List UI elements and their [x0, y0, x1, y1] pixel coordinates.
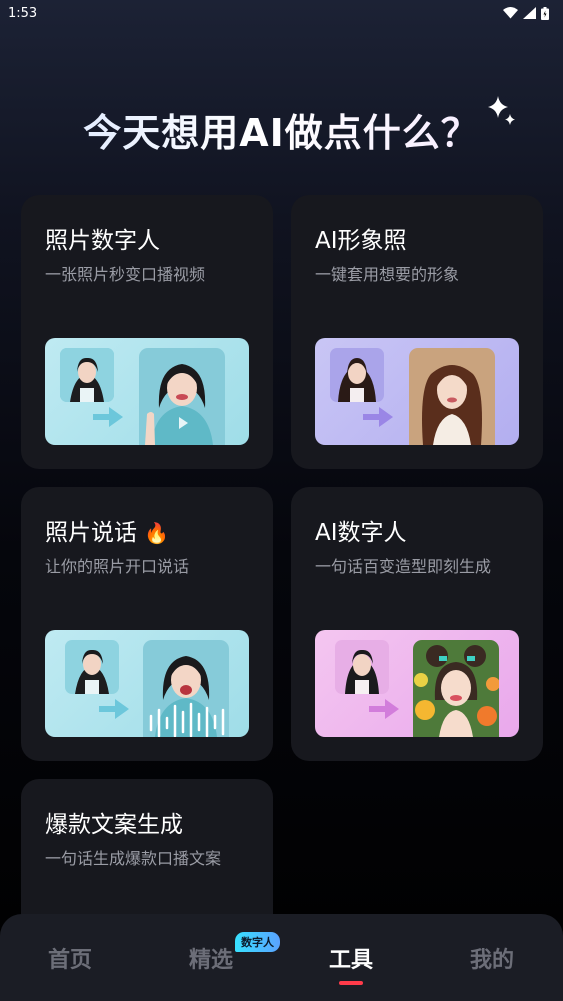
card-title: 照片数字人	[45, 228, 160, 254]
card-subtitle: 让你的照片开口说话	[45, 557, 190, 576]
sparkle-icon	[488, 96, 515, 125]
battery-icon	[541, 6, 549, 20]
card-ai-avatar[interactable]: AI数字人 一句话百变造型即刻生成	[291, 487, 543, 761]
nav-tab-tools[interactable]: 工具	[301, 942, 401, 974]
result-avatar	[409, 348, 495, 445]
card-title: 照片说话 🔥	[45, 520, 170, 546]
page-headline: 今天想用AI做点什么？	[0, 102, 563, 157]
card-title: AI数字人	[315, 520, 407, 546]
status-time: 1:53	[8, 5, 38, 21]
nav-tab-home[interactable]: 首页	[20, 942, 120, 974]
card-ai-portrait[interactable]: AI形象照 一键套用想要的形象	[291, 195, 543, 469]
arrow-right-icon	[99, 699, 129, 719]
status-bar: 1:53	[0, 0, 563, 26]
card-subtitle: 一句话生成爆款口播文案	[45, 849, 222, 868]
arrow-right-icon	[93, 407, 123, 427]
card-photo-talk[interactable]: 照片说话 🔥 让你的照片开口说话	[21, 487, 273, 761]
card-preview-image	[45, 338, 249, 445]
digital-human-badge: 数字人	[235, 932, 280, 952]
card-preview-image	[315, 630, 519, 737]
source-photo	[65, 640, 119, 694]
card-title: AI形象照	[315, 228, 407, 254]
active-tab-indicator	[339, 981, 363, 985]
source-photo	[335, 640, 389, 694]
card-title: 爆款文案生成	[45, 812, 183, 838]
status-icons	[503, 6, 549, 20]
card-photo-avatar[interactable]: 照片数字人 一张照片秒变口播视频	[21, 195, 273, 469]
signal-icon	[523, 7, 536, 19]
bottom-nav: 首页 精选 数字人 工具 我的	[0, 914, 563, 1001]
card-preview-image	[45, 630, 249, 737]
card-subtitle: 一句话百变造型即刻生成	[315, 557, 492, 576]
card-preview-image	[315, 338, 519, 445]
result-avatar	[413, 640, 499, 737]
play-icon	[179, 417, 188, 429]
arrow-right-icon	[363, 407, 393, 427]
wifi-icon	[503, 7, 518, 19]
nav-tab-profile[interactable]: 我的	[442, 942, 542, 974]
result-avatar	[139, 348, 225, 445]
audio-wave-icon	[149, 702, 225, 737]
arrow-right-icon	[369, 699, 399, 719]
card-subtitle: 一键套用想要的形象	[315, 265, 460, 284]
card-subtitle: 一张照片秒变口播视频	[45, 265, 206, 284]
source-photo	[60, 348, 114, 402]
fire-icon: 🔥	[144, 521, 170, 545]
source-photo	[330, 348, 384, 402]
